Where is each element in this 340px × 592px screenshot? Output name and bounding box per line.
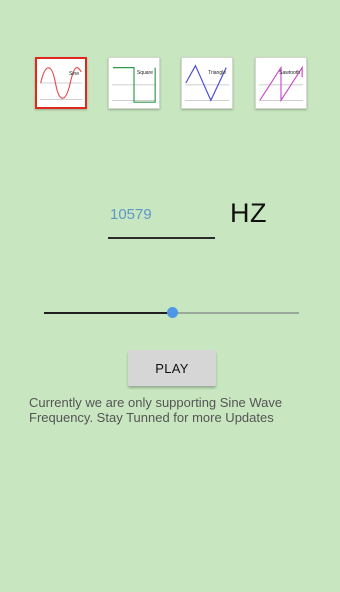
triangle-tile-label: Triangle [208,70,226,76]
triangle-wave-icon [184,64,230,102]
square-wave-tile[interactable]: Square [108,57,160,109]
frequency-slider[interactable] [44,303,299,323]
square-tile-label: Square [136,70,153,76]
sine-wave-icon [39,67,83,100]
slider-fill [44,312,172,314]
square-wave-icon [111,67,157,103]
sawtooth-wave-icon [258,65,304,103]
info-message: Currently we are only supporting Sine Wa… [29,395,283,425]
play-button[interactable]: PLAY [128,350,216,386]
sine-tile-label: Sine [68,71,79,77]
slider-thumb[interactable] [166,307,178,318]
sawtooth-wave-tile[interactable]: Sawtooth [255,57,307,109]
sine-wave-tile[interactable]: Sine [35,57,87,109]
sawtooth-tile-label: Sawtooth [279,70,300,76]
frequency-input[interactable] [108,197,215,239]
triangle-wave-tile[interactable]: Triangle [181,57,233,109]
frequency-unit-label: HZ [230,198,267,228]
